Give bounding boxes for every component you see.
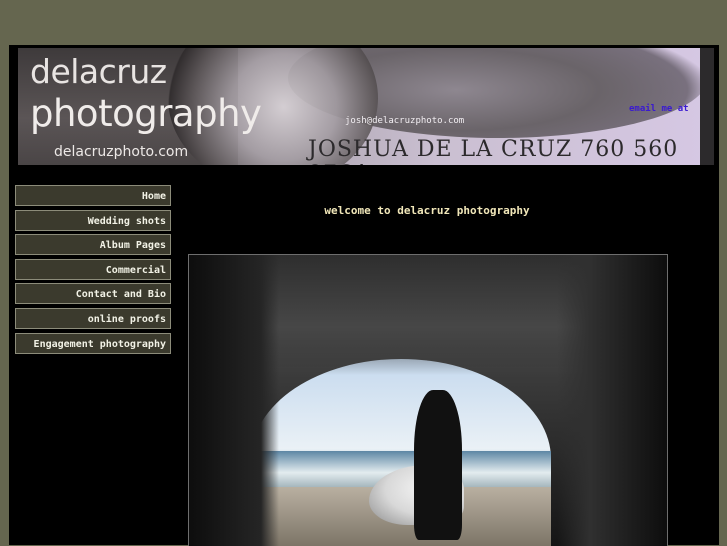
nav-item-commercial[interactable]: Commercial xyxy=(15,258,171,280)
nav-item-album-pages[interactable]: Album Pages xyxy=(15,234,171,256)
logo-line2: photography xyxy=(30,92,262,135)
header-banner: delacruz photography delacruzphoto.com j… xyxy=(18,48,714,165)
contact-name-phone: JOSHUA DE LA CRUZ 760 560 8764 xyxy=(308,137,679,165)
nav-item-contact-bio[interactable]: Contact and Bio xyxy=(15,283,171,305)
nav-item-online-proofs[interactable]: online proofs xyxy=(15,307,171,329)
nav-item-engagement[interactable]: Engagement photography xyxy=(15,332,171,354)
cave-wall-right xyxy=(557,255,667,546)
logo-line1: delacruz xyxy=(30,52,167,91)
banner-right-bar xyxy=(700,48,714,165)
welcome-heading: welcome to delacruz photography xyxy=(324,204,530,217)
sidebar-nav: Home Wedding shots Album Pages Commercia… xyxy=(15,185,171,357)
page-container: delacruz photography delacruzphoto.com j… xyxy=(9,45,719,546)
hero-photo xyxy=(188,254,668,546)
email-text: josh@delacruzphoto.com xyxy=(345,116,465,126)
email-link[interactable]: email me at xyxy=(629,104,689,114)
logo-url: delacruzphoto.com xyxy=(54,144,189,160)
nav-item-wedding-shots[interactable]: Wedding shots xyxy=(15,209,171,231)
nav-item-home[interactable]: Home xyxy=(15,185,171,206)
cave-wall-left xyxy=(189,255,279,546)
couple-silhouette xyxy=(414,390,462,540)
